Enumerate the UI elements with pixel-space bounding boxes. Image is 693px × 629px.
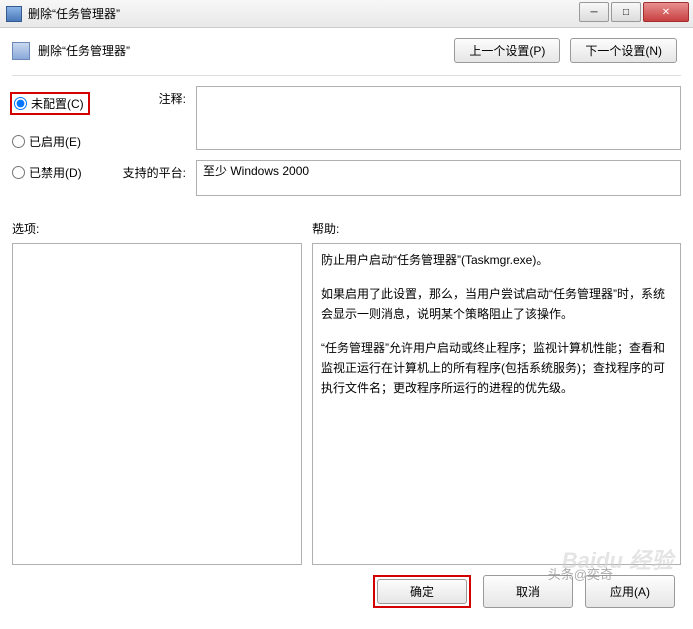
help-pane[interactable]: 防止用户启动“任务管理器”(Taskmgr.exe)。 如果启用了此设置，那么，…: [312, 243, 681, 565]
cancel-button[interactable]: 取消: [483, 575, 573, 608]
radio-enabled[interactable]: 已启用(E): [12, 133, 102, 150]
help-paragraph-3: “任务管理器”允许用户启动或终止程序；监视计算机性能；查看和监视正运行在计算机上…: [321, 338, 672, 398]
panes: 防止用户启动“任务管理器”(Taskmgr.exe)。 如果启用了此设置，那么，…: [12, 243, 681, 565]
radio-disabled-input[interactable]: [12, 166, 25, 179]
prev-setting-button[interactable]: 上一个设置(P): [454, 38, 560, 63]
radio-not-configured-input[interactable]: [14, 97, 27, 110]
radio-not-configured-label: 未配置(C): [31, 95, 84, 112]
window-title: 删除“任务管理器”: [28, 5, 120, 22]
comment-input[interactable]: [196, 86, 681, 150]
platform-value: 至少 Windows 2000: [203, 164, 309, 178]
form-column: 注释: 支持的平台: 至少 Windows 2000: [116, 86, 681, 206]
section-labels: 选项: 帮助:: [12, 220, 681, 237]
radio-not-configured[interactable]: 未配置(C): [10, 92, 90, 115]
options-label: 选项:: [12, 220, 312, 237]
help-label: 帮助:: [312, 220, 339, 237]
radio-enabled-input[interactable]: [12, 135, 25, 148]
platform-label: 支持的平台:: [116, 160, 186, 181]
ok-highlight: 确定: [373, 575, 471, 608]
divider: [12, 75, 681, 76]
radio-enabled-label: 已启用(E): [29, 133, 81, 150]
app-icon: [6, 6, 22, 22]
radio-disabled[interactable]: 已禁用(D): [12, 164, 102, 181]
header-row: 删除“任务管理器” 上一个设置(P) 下一个设置(N): [12, 36, 681, 69]
titlebar: 删除“任务管理器” ─ □ ✕: [0, 0, 693, 28]
client-area: 删除“任务管理器” 上一个设置(P) 下一个设置(N) 未配置(C) 已启用(E…: [0, 28, 693, 618]
maximize-button[interactable]: □: [611, 2, 641, 22]
platform-box: 至少 Windows 2000: [196, 160, 681, 196]
help-paragraph-2: 如果启用了此设置，那么，当用户尝试启动“任务管理器”时，系统会显示一则消息，说明…: [321, 284, 672, 324]
options-pane[interactable]: [12, 243, 302, 565]
apply-button[interactable]: 应用(A): [585, 575, 675, 608]
radio-column: 未配置(C) 已启用(E) 已禁用(D): [12, 86, 102, 195]
next-setting-button[interactable]: 下一个设置(N): [570, 38, 677, 63]
radio-disabled-label: 已禁用(D): [29, 164, 82, 181]
ok-button[interactable]: 确定: [377, 579, 467, 604]
policy-icon: [12, 42, 30, 60]
close-button[interactable]: ✕: [643, 2, 689, 22]
help-paragraph-1: 防止用户启动“任务管理器”(Taskmgr.exe)。: [321, 250, 672, 270]
config-row: 未配置(C) 已启用(E) 已禁用(D) 注释: 支持的平台: 至少: [12, 86, 681, 206]
comment-label: 注释:: [116, 86, 186, 107]
minimize-button[interactable]: ─: [579, 2, 609, 22]
page-title: 删除“任务管理器”: [38, 42, 130, 59]
window-controls: ─ □ ✕: [579, 2, 689, 22]
footer: 确定 取消 应用(A): [12, 565, 681, 614]
